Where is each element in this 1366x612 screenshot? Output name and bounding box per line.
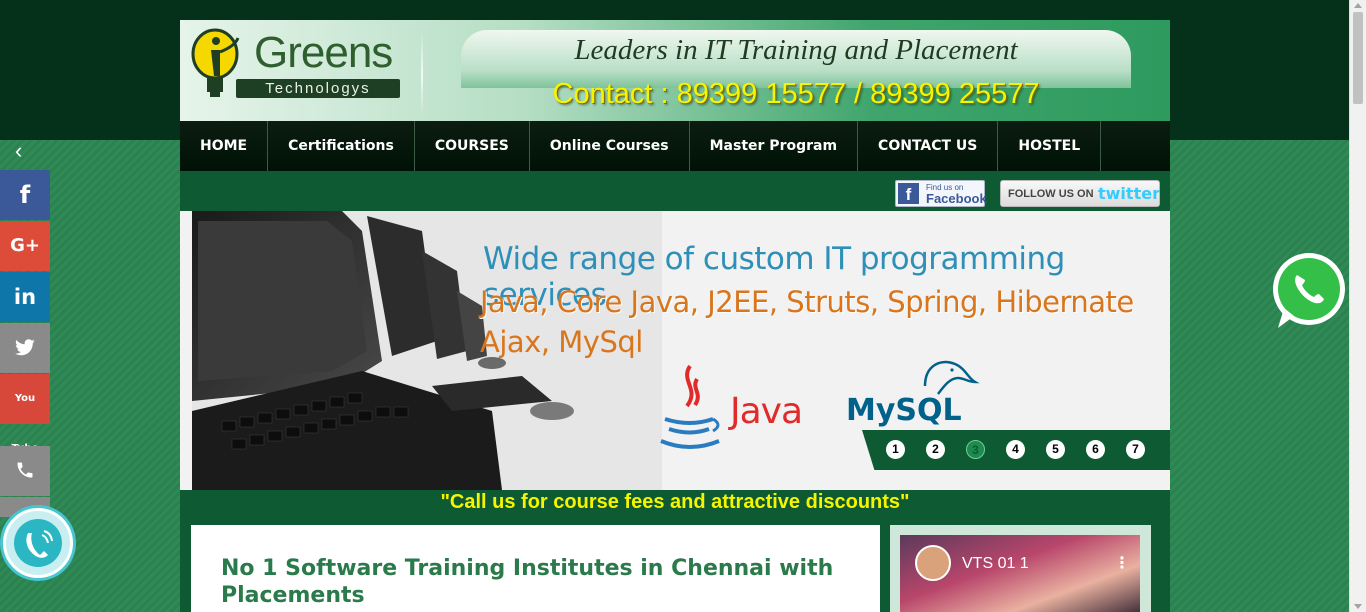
mysql-dolphin-icon: [923, 360, 980, 395]
nav-item-home[interactable]: HOME: [180, 121, 269, 171]
nav-item-certifications[interactable]: Certifications: [268, 121, 415, 171]
page-title: No 1 Software Training Institutes in Che…: [221, 556, 834, 608]
twitter-follow-small-text: FOLLOW US ON: [1008, 188, 1094, 200]
tagline: Leaders in IT Training and Placement: [574, 34, 1018, 66]
video-title[interactable]: VTS 01 1: [962, 555, 1029, 573]
chevron-left-icon[interactable]: ‹: [15, 140, 35, 162]
site-container: Greens Technologys Leaders in IT Trainin…: [180, 20, 1170, 612]
slide-dot-1[interactable]: 1: [886, 440, 905, 459]
main-content-card: No 1 Software Training Institutes in Che…: [191, 525, 880, 612]
more-options-icon[interactable]: ⋮: [1114, 553, 1130, 573]
slide-dot-2[interactable]: 2: [926, 440, 945, 459]
java-label: Java: [730, 391, 803, 432]
phone-icon: [17, 462, 33, 478]
slide-dot-6[interactable]: 6: [1086, 440, 1105, 459]
scroll-up-icon[interactable]: [1354, 3, 1362, 8]
logo-subtitle: Technologys: [236, 79, 400, 98]
video-player[interactable]: VTS 01 1 ⋮: [900, 535, 1140, 612]
contact-numbers: Contact : 89399 15577 / 89399 25577: [552, 78, 1040, 110]
banner-tech-list-2: Ajax, MySql: [480, 325, 643, 359]
call-now-inner: [14, 519, 62, 567]
linkedin-share-button[interactable]: in: [0, 272, 50, 322]
facebook-share-button[interactable]: f: [0, 170, 50, 220]
java-icon: [660, 364, 720, 449]
slide-dot-3[interactable]: 3: [966, 440, 985, 459]
twitter-share-button[interactable]: [0, 323, 50, 373]
handset-icon: [26, 530, 53, 558]
twitter-follow-text: twitter: [1098, 184, 1160, 203]
nav-item-master-program[interactable]: Master Program: [690, 121, 859, 171]
google-plus-share-button[interactable]: G+: [0, 221, 50, 271]
mysql-label: MySQL: [846, 393, 962, 428]
facebook-follow-text: Facebook: [926, 191, 987, 206]
logo-bulb-icon[interactable]: [190, 28, 240, 100]
hero-slider[interactable]: Wide range of custom IT programming serv…: [180, 211, 1170, 490]
scroll-down-icon[interactable]: [1354, 604, 1362, 609]
phone-button[interactable]: [0, 446, 50, 496]
twitter-bird-icon: [15, 339, 35, 356]
channel-avatar[interactable]: [915, 545, 951, 581]
youtube-share-button[interactable]: You Tube: [0, 374, 50, 454]
banner-tech-list-1: Java, Core Java, J2EE, Struts, Spring, H…: [480, 285, 1134, 319]
nav-item-online-courses[interactable]: Online Courses: [530, 121, 690, 171]
call-now-widget[interactable]: [3, 508, 73, 578]
fees-callout: "Call us for course fees and attractive …: [180, 490, 1170, 514]
follow-bar: f Find us on Facebook FOLLOW US ON twitt…: [180, 171, 1170, 211]
slide-dot-5[interactable]: 5: [1046, 440, 1065, 459]
scrollbar-thumb[interactable]: [1353, 12, 1363, 104]
nav-item-contact-us[interactable]: CONTACT US: [858, 121, 999, 171]
site-header: Greens Technologys Leaders in IT Trainin…: [180, 20, 1170, 121]
video-widget: VTS 01 1 ⋮: [890, 525, 1151, 612]
nav-item-hostel[interactable]: HOSTEL: [998, 121, 1102, 171]
logo-wordmark[interactable]: Greens: [254, 28, 393, 78]
header-divider: [421, 32, 423, 116]
slide-dot-4[interactable]: 4: [1006, 440, 1025, 459]
slide-pager: 1 2 3 4 5 6 7: [862, 430, 1170, 470]
facebook-follow-button[interactable]: f Find us on Facebook: [895, 180, 987, 207]
whatsapp-icon[interactable]: [1268, 250, 1350, 332]
nav-item-courses[interactable]: COURSES: [415, 121, 530, 171]
facebook-icon: f: [898, 183, 919, 204]
twitter-follow-button[interactable]: FOLLOW US ON twitter: [1000, 180, 1160, 207]
main-nav: HOME Certifications COURSES Online Cours…: [180, 121, 1170, 171]
page-scrollbar[interactable]: [1349, 0, 1366, 612]
slide-dot-7[interactable]: 7: [1126, 440, 1145, 459]
